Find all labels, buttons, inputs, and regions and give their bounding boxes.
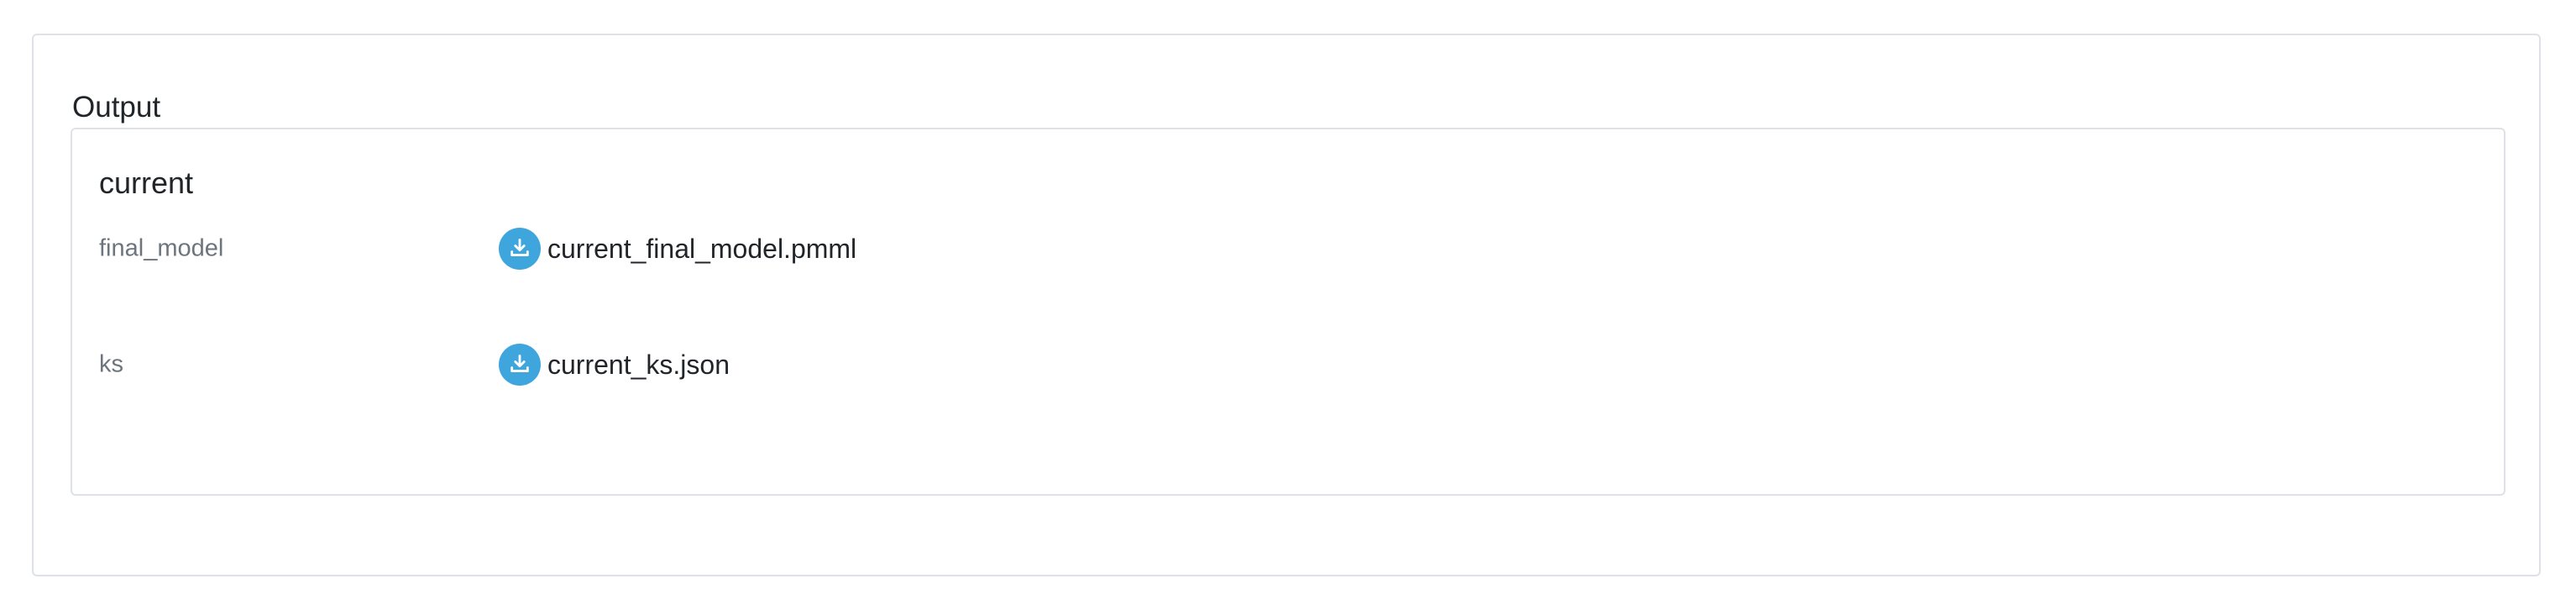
output-section-current: current final_model current_final_model.…: [71, 128, 2505, 496]
section-title: current: [99, 166, 194, 200]
row-label: final_model: [99, 234, 224, 262]
output-panel: Output current final_model current_final…: [32, 34, 2541, 576]
file-name[interactable]: current_ks.json: [547, 351, 730, 378]
download-link-final-model[interactable]: current_final_model.pmml: [499, 228, 856, 270]
download-link-ks[interactable]: current_ks.json: [499, 344, 730, 386]
file-name[interactable]: current_final_model.pmml: [547, 235, 856, 262]
download-icon[interactable]: [499, 344, 541, 386]
output-title: Output: [72, 91, 161, 124]
download-icon[interactable]: [499, 228, 541, 270]
output-row-final-model: final_model current_final_model.pmml: [72, 223, 2504, 274]
row-label: ks: [99, 350, 123, 378]
output-row-ks: ks current_ks.json: [72, 339, 2504, 390]
